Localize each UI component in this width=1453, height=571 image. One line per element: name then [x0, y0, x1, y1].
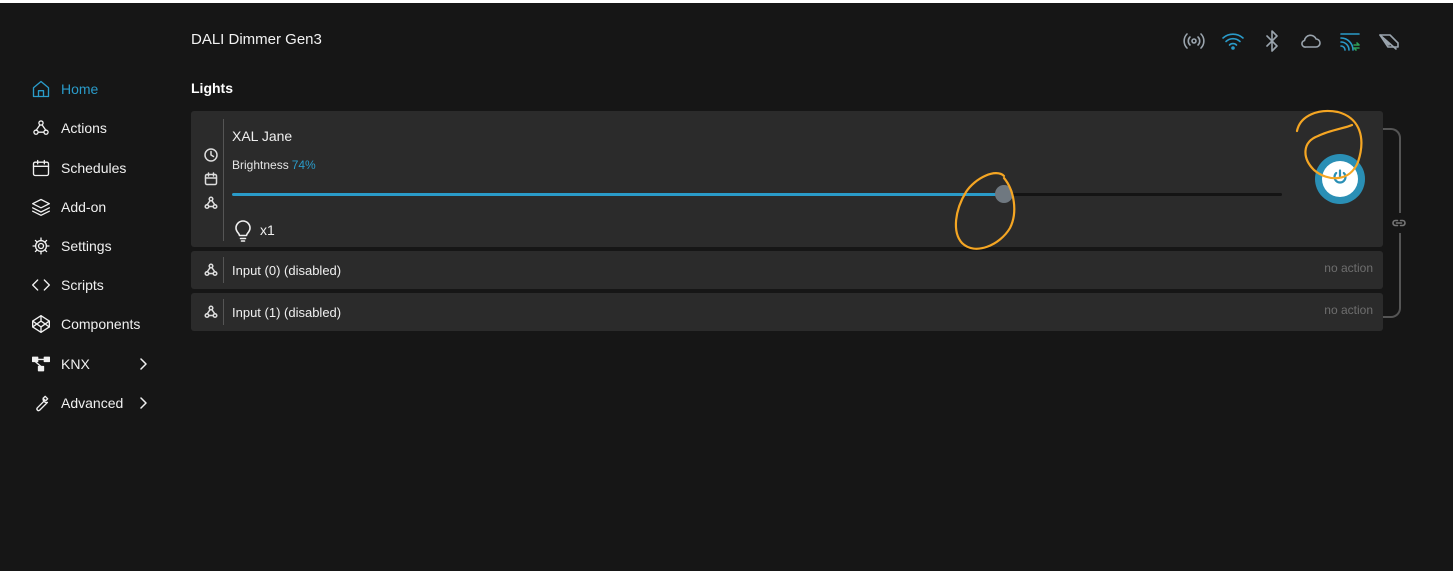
- input-action-status: no action: [1324, 303, 1373, 317]
- section-title-lights: Lights: [191, 80, 233, 96]
- chevron-right-icon: [138, 396, 148, 409]
- power-button[interactable]: [1315, 154, 1365, 204]
- power-button-inner: [1322, 161, 1358, 197]
- input-side-icons: [191, 293, 223, 331]
- input-label: Input (1) (disabled): [232, 305, 342, 320]
- light-name: XAL Jane: [232, 128, 293, 144]
- broadcast-icon[interactable]: [1180, 28, 1208, 54]
- sidebar-item-label: Schedules: [61, 160, 127, 176]
- bulb-icon: [233, 220, 253, 242]
- knx-icon: [30, 353, 52, 375]
- code-icon: [30, 274, 52, 296]
- calendar-icon: [30, 157, 52, 179]
- sidebar-item-scripts[interactable]: Scripts: [30, 270, 160, 300]
- sidebar-item-components[interactable]: Components: [30, 309, 160, 339]
- sidebar-item-label: Advanced: [61, 395, 124, 411]
- sidebar-item-label: Components: [61, 316, 141, 332]
- status-bar: [1180, 28, 1414, 54]
- debug-icon[interactable]: [1375, 28, 1403, 54]
- bluetooth-icon[interactable]: [1258, 28, 1286, 54]
- sidebar-item-add-on[interactable]: Add-on: [30, 192, 160, 222]
- divider: [223, 119, 224, 241]
- device-title: DALI Dimmer Gen3: [191, 31, 322, 48]
- light-count: x1: [260, 222, 275, 238]
- sidebar-item-schedules[interactable]: Schedules: [30, 153, 160, 183]
- sidebar-item-label: Scripts: [61, 277, 104, 293]
- sidebar-item-label: Add-on: [61, 199, 107, 215]
- brightness-value: 74%: [291, 158, 316, 172]
- cloud-icon[interactable]: [1297, 28, 1325, 54]
- chevron-right-icon: [138, 357, 148, 370]
- divider: [223, 257, 224, 283]
- codepen-icon: [30, 313, 52, 335]
- brightness-label-row: Brightness 74%: [232, 158, 316, 172]
- mqtt-icon[interactable]: [1336, 28, 1364, 54]
- link-icon[interactable]: [1389, 213, 1409, 233]
- input-label: Input (0) (disabled): [232, 263, 342, 278]
- input-row[interactable]: Input (0) (disabled) no action: [191, 251, 1383, 289]
- light-side-icons: [191, 111, 223, 247]
- wrench-icon: [30, 392, 52, 414]
- light-card: XAL Jane Brightness 74% x1: [191, 111, 1383, 247]
- sidebar-item-settings[interactable]: Settings: [30, 231, 160, 261]
- webhook-icon: [203, 304, 219, 320]
- power-icon: [1331, 168, 1349, 191]
- webhook-icon[interactable]: [203, 195, 219, 211]
- sidebar-item-label: Home: [61, 81, 99, 97]
- gear-icon: [30, 235, 52, 257]
- sidebar-item-label: Actions: [61, 120, 107, 136]
- sidebar-item-label: KNX: [61, 356, 90, 372]
- input-row[interactable]: Input (1) (disabled) no action: [191, 293, 1383, 331]
- calendar-icon[interactable]: [203, 171, 219, 187]
- input-action-status: no action: [1324, 261, 1373, 275]
- wifi-icon[interactable]: [1219, 28, 1247, 54]
- brightness-label: Brightness: [232, 158, 289, 172]
- divider: [223, 299, 224, 325]
- brightness-slider[interactable]: [232, 185, 1282, 203]
- top-border: [0, 0, 1453, 3]
- sidebar-item-actions[interactable]: Actions: [30, 113, 160, 143]
- sidebar-item-label: Settings: [61, 238, 112, 254]
- input-side-icons: [191, 251, 223, 289]
- sidebar-item-knx[interactable]: KNX: [30, 349, 160, 379]
- brightness-slider-thumb[interactable]: [994, 185, 1013, 203]
- brightness-slider-fill: [232, 193, 1004, 196]
- sidebar-item-advanced[interactable]: Advanced: [30, 388, 160, 418]
- sidebar-item-home[interactable]: Home: [30, 74, 160, 104]
- webhook-icon: [203, 262, 219, 278]
- layers-icon: [30, 196, 52, 218]
- webhook-icon: [30, 117, 52, 139]
- clock-icon[interactable]: [203, 147, 219, 163]
- home-icon: [30, 78, 52, 100]
